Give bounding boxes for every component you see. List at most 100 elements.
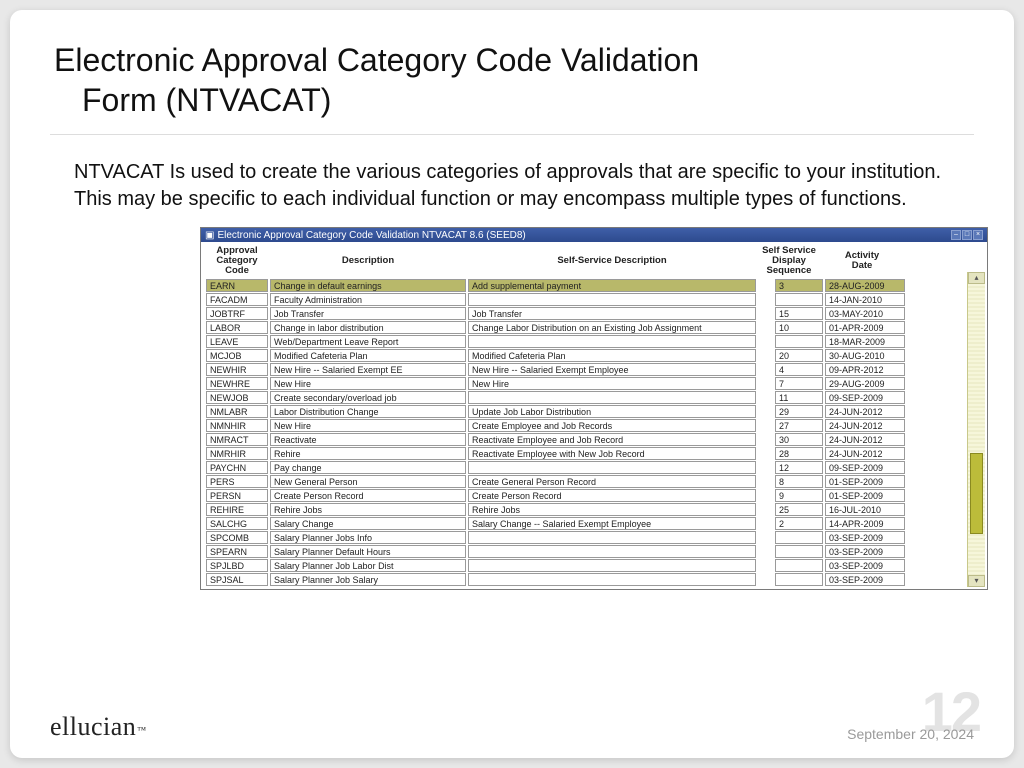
ss-description-field[interactable]: Create Employee and Job Records (468, 419, 756, 432)
sequence-field[interactable] (775, 573, 823, 586)
sequence-field[interactable] (775, 531, 823, 544)
code-field[interactable]: NEWHIR (206, 363, 268, 376)
description-field[interactable]: Change in default earnings (270, 279, 466, 292)
description-field[interactable]: Modified Cafeteria Plan (270, 349, 466, 362)
description-field[interactable]: New Hire -- Salaried Exempt EE (270, 363, 466, 376)
description-field[interactable]: Salary Change (270, 517, 466, 530)
table-row[interactable]: JOBTRFJob TransferJob Transfer1503-MAY-2… (205, 307, 963, 321)
description-field[interactable]: Salary Planner Jobs Info (270, 531, 466, 544)
sequence-field[interactable]: 29 (775, 405, 823, 418)
table-row[interactable]: NEWHRENew HireNew Hire729-AUG-2009 (205, 377, 963, 391)
ss-description-field[interactable]: Job Transfer (468, 307, 756, 320)
table-row[interactable]: NEWJOBCreate secondary/overload job1109-… (205, 391, 963, 405)
ss-description-field[interactable] (468, 559, 756, 572)
table-row[interactable]: PERSNew General PersonCreate General Per… (205, 475, 963, 489)
sequence-field[interactable]: 28 (775, 447, 823, 460)
activity-date-field[interactable]: 03-SEP-2009 (825, 531, 905, 544)
sequence-field[interactable]: 8 (775, 475, 823, 488)
code-field[interactable]: PERS (206, 475, 268, 488)
description-field[interactable]: Change in labor distribution (270, 321, 466, 334)
code-field[interactable]: NMRACT (206, 433, 268, 446)
sequence-field[interactable] (775, 293, 823, 306)
activity-date-field[interactable]: 03-SEP-2009 (825, 573, 905, 586)
activity-date-field[interactable]: 18-MAR-2009 (825, 335, 905, 348)
activity-date-field[interactable]: 28-AUG-2009 (825, 279, 905, 292)
description-field[interactable]: Create secondary/overload job (270, 391, 466, 404)
code-field[interactable]: JOBTRF (206, 307, 268, 320)
description-field[interactable]: Faculty Administration (270, 293, 466, 306)
code-field[interactable]: NEWJOB (206, 391, 268, 404)
description-field[interactable]: Create Person Record (270, 489, 466, 502)
description-field[interactable]: Salary Planner Job Salary (270, 573, 466, 586)
sequence-field[interactable]: 3 (775, 279, 823, 292)
description-field[interactable]: Reactivate (270, 433, 466, 446)
ss-description-field[interactable] (468, 545, 756, 558)
sequence-field[interactable]: 9 (775, 489, 823, 502)
activity-date-field[interactable]: 24-JUN-2012 (825, 447, 905, 460)
table-row[interactable]: NEWHIRNew Hire -- Salaried Exempt EENew … (205, 363, 963, 377)
activity-date-field[interactable]: 24-JUN-2012 (825, 405, 905, 418)
table-row[interactable]: FACADMFaculty Administration 14-JAN-2010 (205, 293, 963, 307)
maximize-button[interactable]: □ (962, 230, 972, 240)
ss-description-field[interactable] (468, 293, 756, 306)
description-field[interactable]: New Hire (270, 419, 466, 432)
code-field[interactable]: EARN (206, 279, 268, 292)
activity-date-field[interactable]: 24-JUN-2012 (825, 419, 905, 432)
ss-description-field[interactable]: Create Person Record (468, 489, 756, 502)
sequence-field[interactable]: 27 (775, 419, 823, 432)
ss-description-field[interactable]: Modified Cafeteria Plan (468, 349, 756, 362)
table-row[interactable]: NMRHIRRehireReactivate Employee with New… (205, 447, 963, 461)
ss-description-field[interactable] (468, 391, 756, 404)
code-field[interactable]: REHIRE (206, 503, 268, 516)
close-button[interactable]: × (973, 230, 983, 240)
scrollbar-thumb[interactable] (970, 453, 983, 534)
activity-date-field[interactable]: 16-JUL-2010 (825, 503, 905, 516)
code-field[interactable]: SPEARN (206, 545, 268, 558)
activity-date-field[interactable]: 30-AUG-2010 (825, 349, 905, 362)
code-field[interactable]: LABOR (206, 321, 268, 334)
scroll-up-button[interactable]: ▴ (968, 272, 985, 284)
description-field[interactable]: Salary Planner Job Labor Dist (270, 559, 466, 572)
sequence-field[interactable] (775, 335, 823, 348)
ss-description-field[interactable]: New Hire -- Salaried Exempt Employee (468, 363, 756, 376)
table-row[interactable]: PAYCHNPay change1209-SEP-2009 (205, 461, 963, 475)
ss-description-field[interactable] (468, 461, 756, 474)
vertical-scrollbar[interactable]: ▴ ▾ (967, 272, 985, 587)
code-field[interactable]: PAYCHN (206, 461, 268, 474)
code-field[interactable]: SPJLBD (206, 559, 268, 572)
activity-date-field[interactable]: 09-SEP-2009 (825, 461, 905, 474)
ss-description-field[interactable]: Create General Person Record (468, 475, 756, 488)
description-field[interactable]: New Hire (270, 377, 466, 390)
activity-date-field[interactable]: 03-SEP-2009 (825, 545, 905, 558)
description-field[interactable]: Rehire Jobs (270, 503, 466, 516)
sequence-field[interactable]: 30 (775, 433, 823, 446)
ss-description-field[interactable]: Salary Change -- Salaried Exempt Employe… (468, 517, 756, 530)
activity-date-field[interactable]: 03-SEP-2009 (825, 559, 905, 572)
description-field[interactable]: Salary Planner Default Hours (270, 545, 466, 558)
ss-description-field[interactable]: Reactivate Employee with New Job Record (468, 447, 756, 460)
table-row[interactable]: SPJSALSalary Planner Job Salary 03-SEP-20… (205, 573, 963, 587)
sequence-field[interactable]: 7 (775, 377, 823, 390)
description-field[interactable]: New General Person (270, 475, 466, 488)
activity-date-field[interactable]: 14-JAN-2010 (825, 293, 905, 306)
code-field[interactable]: PERSN (206, 489, 268, 502)
table-row[interactable]: SPJLBDSalary Planner Job Labor Dist 03-SE… (205, 559, 963, 573)
activity-date-field[interactable]: 03-MAY-2010 (825, 307, 905, 320)
activity-date-field[interactable]: 01-SEP-2009 (825, 475, 905, 488)
sequence-field[interactable]: 20 (775, 349, 823, 362)
sequence-field[interactable]: 12 (775, 461, 823, 474)
activity-date-field[interactable]: 01-SEP-2009 (825, 489, 905, 502)
sequence-field[interactable]: 15 (775, 307, 823, 320)
activity-date-field[interactable]: 14-APR-2009 (825, 517, 905, 530)
ss-description-field[interactable]: Update Job Labor Distribution (468, 405, 756, 418)
activity-date-field[interactable]: 09-SEP-2009 (825, 391, 905, 404)
scroll-down-button[interactable]: ▾ (968, 575, 985, 587)
table-row[interactable]: NMRACTReactivateReactivate Employee and … (205, 433, 963, 447)
scrollbar-track[interactable] (968, 284, 985, 575)
code-field[interactable]: SPJSAL (206, 573, 268, 586)
code-field[interactable]: NMNHIR (206, 419, 268, 432)
ss-description-field[interactable]: Reactivate Employee and Job Record (468, 433, 756, 446)
table-row[interactable]: SPCOMBSalary Planner Jobs Info03-SEP-200… (205, 531, 963, 545)
code-field[interactable]: MCJOB (206, 349, 268, 362)
code-field[interactable]: FACADM (206, 293, 268, 306)
